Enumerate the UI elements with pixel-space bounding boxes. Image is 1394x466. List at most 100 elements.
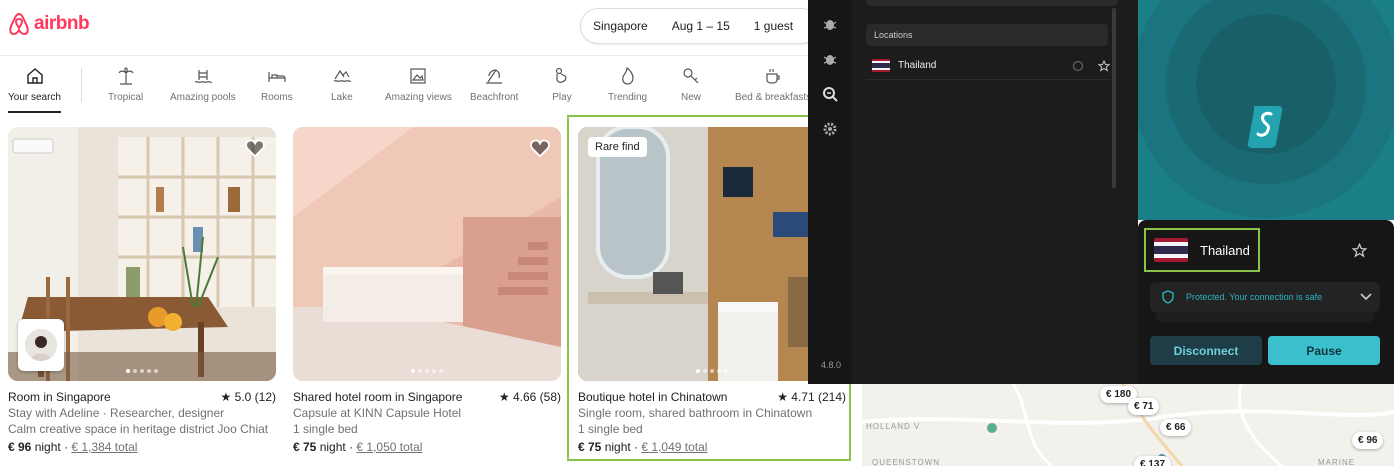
listing-detail: Calm creative space in heritage district… [8, 422, 269, 436]
listing-title: Shared hotel room in Singapore [293, 390, 463, 404]
category-your-search[interactable]: Your search [8, 66, 61, 113]
category-label: Tropical [108, 92, 144, 103]
vpn-sidebar: 4.8.0 [808, 0, 852, 384]
listing-subtitle: Capsule at KINN Capsule Hotel [293, 406, 462, 420]
listing-card[interactable]: Rare find Boutique hotel in Chinatown ★ … [578, 127, 846, 454]
country-name: Thailand [1200, 242, 1250, 258]
listing-title: Boutique hotel in Chinatown [578, 390, 728, 404]
category-label: Trending [608, 92, 648, 103]
location-search-field[interactable] [866, 0, 1118, 6]
price-amount: € 75 [578, 440, 602, 454]
heart-icon[interactable] [529, 137, 551, 159]
app-version: 4.8.0 [821, 360, 842, 370]
category-new[interactable]: New [681, 66, 701, 103]
avatar [25, 329, 57, 361]
vpn-connection-panel: Thailand Protected. Your connection is s… [1138, 220, 1394, 384]
disconnect-button[interactable]: Disconnect [1150, 336, 1262, 365]
room-photo [578, 127, 846, 381]
play-icon [555, 67, 567, 83]
price-unit: night [319, 440, 346, 454]
listing-photo[interactable]: Rare find [578, 127, 846, 381]
price-total[interactable]: € 1,384 total [71, 440, 137, 454]
location-item-thailand[interactable]: Thailand [866, 52, 1110, 80]
category-label: Beachfront [470, 92, 519, 103]
listing-photo[interactable] [8, 127, 276, 381]
shield-icon [1162, 290, 1174, 304]
category-divider [81, 68, 82, 102]
bug-icon[interactable] [822, 16, 838, 32]
price-amount: € 96 [8, 440, 32, 454]
listing-title: Room in Singapore [8, 390, 111, 404]
search-bar[interactable]: Singapore Aug 1 – 15 1 guest [580, 8, 820, 44]
brand-name: airbnb [34, 13, 90, 34]
map-price-pin[interactable]: € 137 [1134, 456, 1172, 466]
price-total[interactable]: € 1,050 total [356, 440, 422, 454]
photo-pagination [411, 369, 443, 373]
category-tropical[interactable]: Tropical [108, 66, 143, 103]
listing-photo[interactable] [293, 127, 561, 381]
listing-header: Room in Singapore ★ 5.0 (12) [8, 390, 276, 404]
category-amazing-pools[interactable]: Amazing pools [170, 66, 236, 103]
vpn-locations-panel: Locations Thailand [852, 0, 1138, 384]
photo-pagination [696, 369, 728, 373]
star-icon[interactable] [1352, 243, 1367, 258]
category-trending[interactable]: Trending [608, 66, 647, 103]
category-lake[interactable]: Lake [331, 66, 353, 103]
category-label: Amazing pools [170, 92, 236, 103]
lake-icon [333, 69, 352, 82]
host-avatar-card[interactable] [18, 319, 64, 371]
search-dates[interactable]: Aug 1 – 15 [660, 19, 742, 33]
connected-country[interactable]: Thailand [1144, 228, 1260, 272]
listing-detail: 1 single bed [578, 422, 643, 436]
status-card-shadow [1156, 312, 1374, 322]
map-label: MARINE PARADE [1318, 458, 1356, 466]
airbnb-logo-icon [9, 12, 29, 36]
category-beachfront[interactable]: Beachfront [470, 66, 518, 103]
category-label: Play [552, 92, 572, 103]
price-total[interactable]: € 1,049 total [641, 440, 707, 454]
category-play[interactable]: Play [552, 66, 572, 103]
locations-header: Locations [866, 24, 1108, 46]
category-bed-breakfasts[interactable]: Bed & breakfasts [735, 66, 811, 103]
scrollbar[interactable] [1112, 8, 1116, 188]
map-price-pin[interactable]: € 66 [1160, 419, 1192, 436]
antivirus-icon[interactable] [822, 51, 838, 67]
pause-button[interactable]: Pause [1268, 336, 1380, 365]
listing-rating: ★ 4.71 (214) [777, 390, 846, 404]
beach-icon [486, 69, 503, 84]
listing-price: € 96 night · € 1,384 total [8, 440, 138, 454]
listing-subtitle: Stay with Adeline · Researcher, designer [8, 406, 225, 420]
heart-icon[interactable] [244, 137, 266, 159]
connection-status[interactable]: Protected. Your connection is safe [1150, 282, 1380, 312]
search-alert-icon[interactable] [822, 86, 838, 102]
map[interactable]: € 180 € 71 € 66 € 96 € 137 HOLLAND V QUE… [862, 382, 1394, 466]
category-label: New [681, 92, 702, 103]
listing-rating: ★ 5.0 (12) [220, 390, 276, 404]
search-location[interactable]: Singapore [581, 19, 660, 33]
category-rooms[interactable]: Rooms [261, 66, 293, 103]
category-label: Rooms [261, 92, 293, 103]
rating-value: 4.66 (58) [512, 390, 561, 404]
listing-subtitle: Single room, shared bathroom in Chinatow… [578, 406, 813, 420]
gear-icon[interactable] [822, 121, 838, 137]
listing-rating: ★ 4.66 (58) [498, 390, 561, 404]
status-text: Protected. Your connection is safe [1186, 292, 1323, 302]
star-icon[interactable] [1098, 59, 1110, 72]
search-guests[interactable]: 1 guest [742, 19, 805, 33]
listing-card[interactable]: Room in Singapore ★ 5.0 (12) Stay with A… [8, 127, 276, 454]
palm-tree-icon [118, 67, 134, 85]
category-amazing-views[interactable]: Amazing views [385, 66, 452, 103]
price-unit: night [34, 440, 61, 454]
chevron-down-icon[interactable] [1360, 293, 1372, 301]
map-price-pin[interactable]: € 71 [1128, 398, 1160, 415]
coffee-icon [766, 69, 780, 84]
category-label: Your search [8, 92, 61, 103]
category-label: Bed & breakfasts [735, 92, 812, 103]
category-label: Amazing views [385, 92, 452, 103]
map-label: QUEENSTOWN [872, 458, 941, 466]
airbnb-logo[interactable]: airbnb [8, 12, 90, 36]
room-photo [293, 127, 561, 381]
loading-icon [1072, 60, 1084, 71]
map-price-pin[interactable]: € 96 [1352, 432, 1384, 449]
listing-card[interactable]: Shared hotel room in Singapore ★ 4.66 (5… [293, 127, 561, 454]
